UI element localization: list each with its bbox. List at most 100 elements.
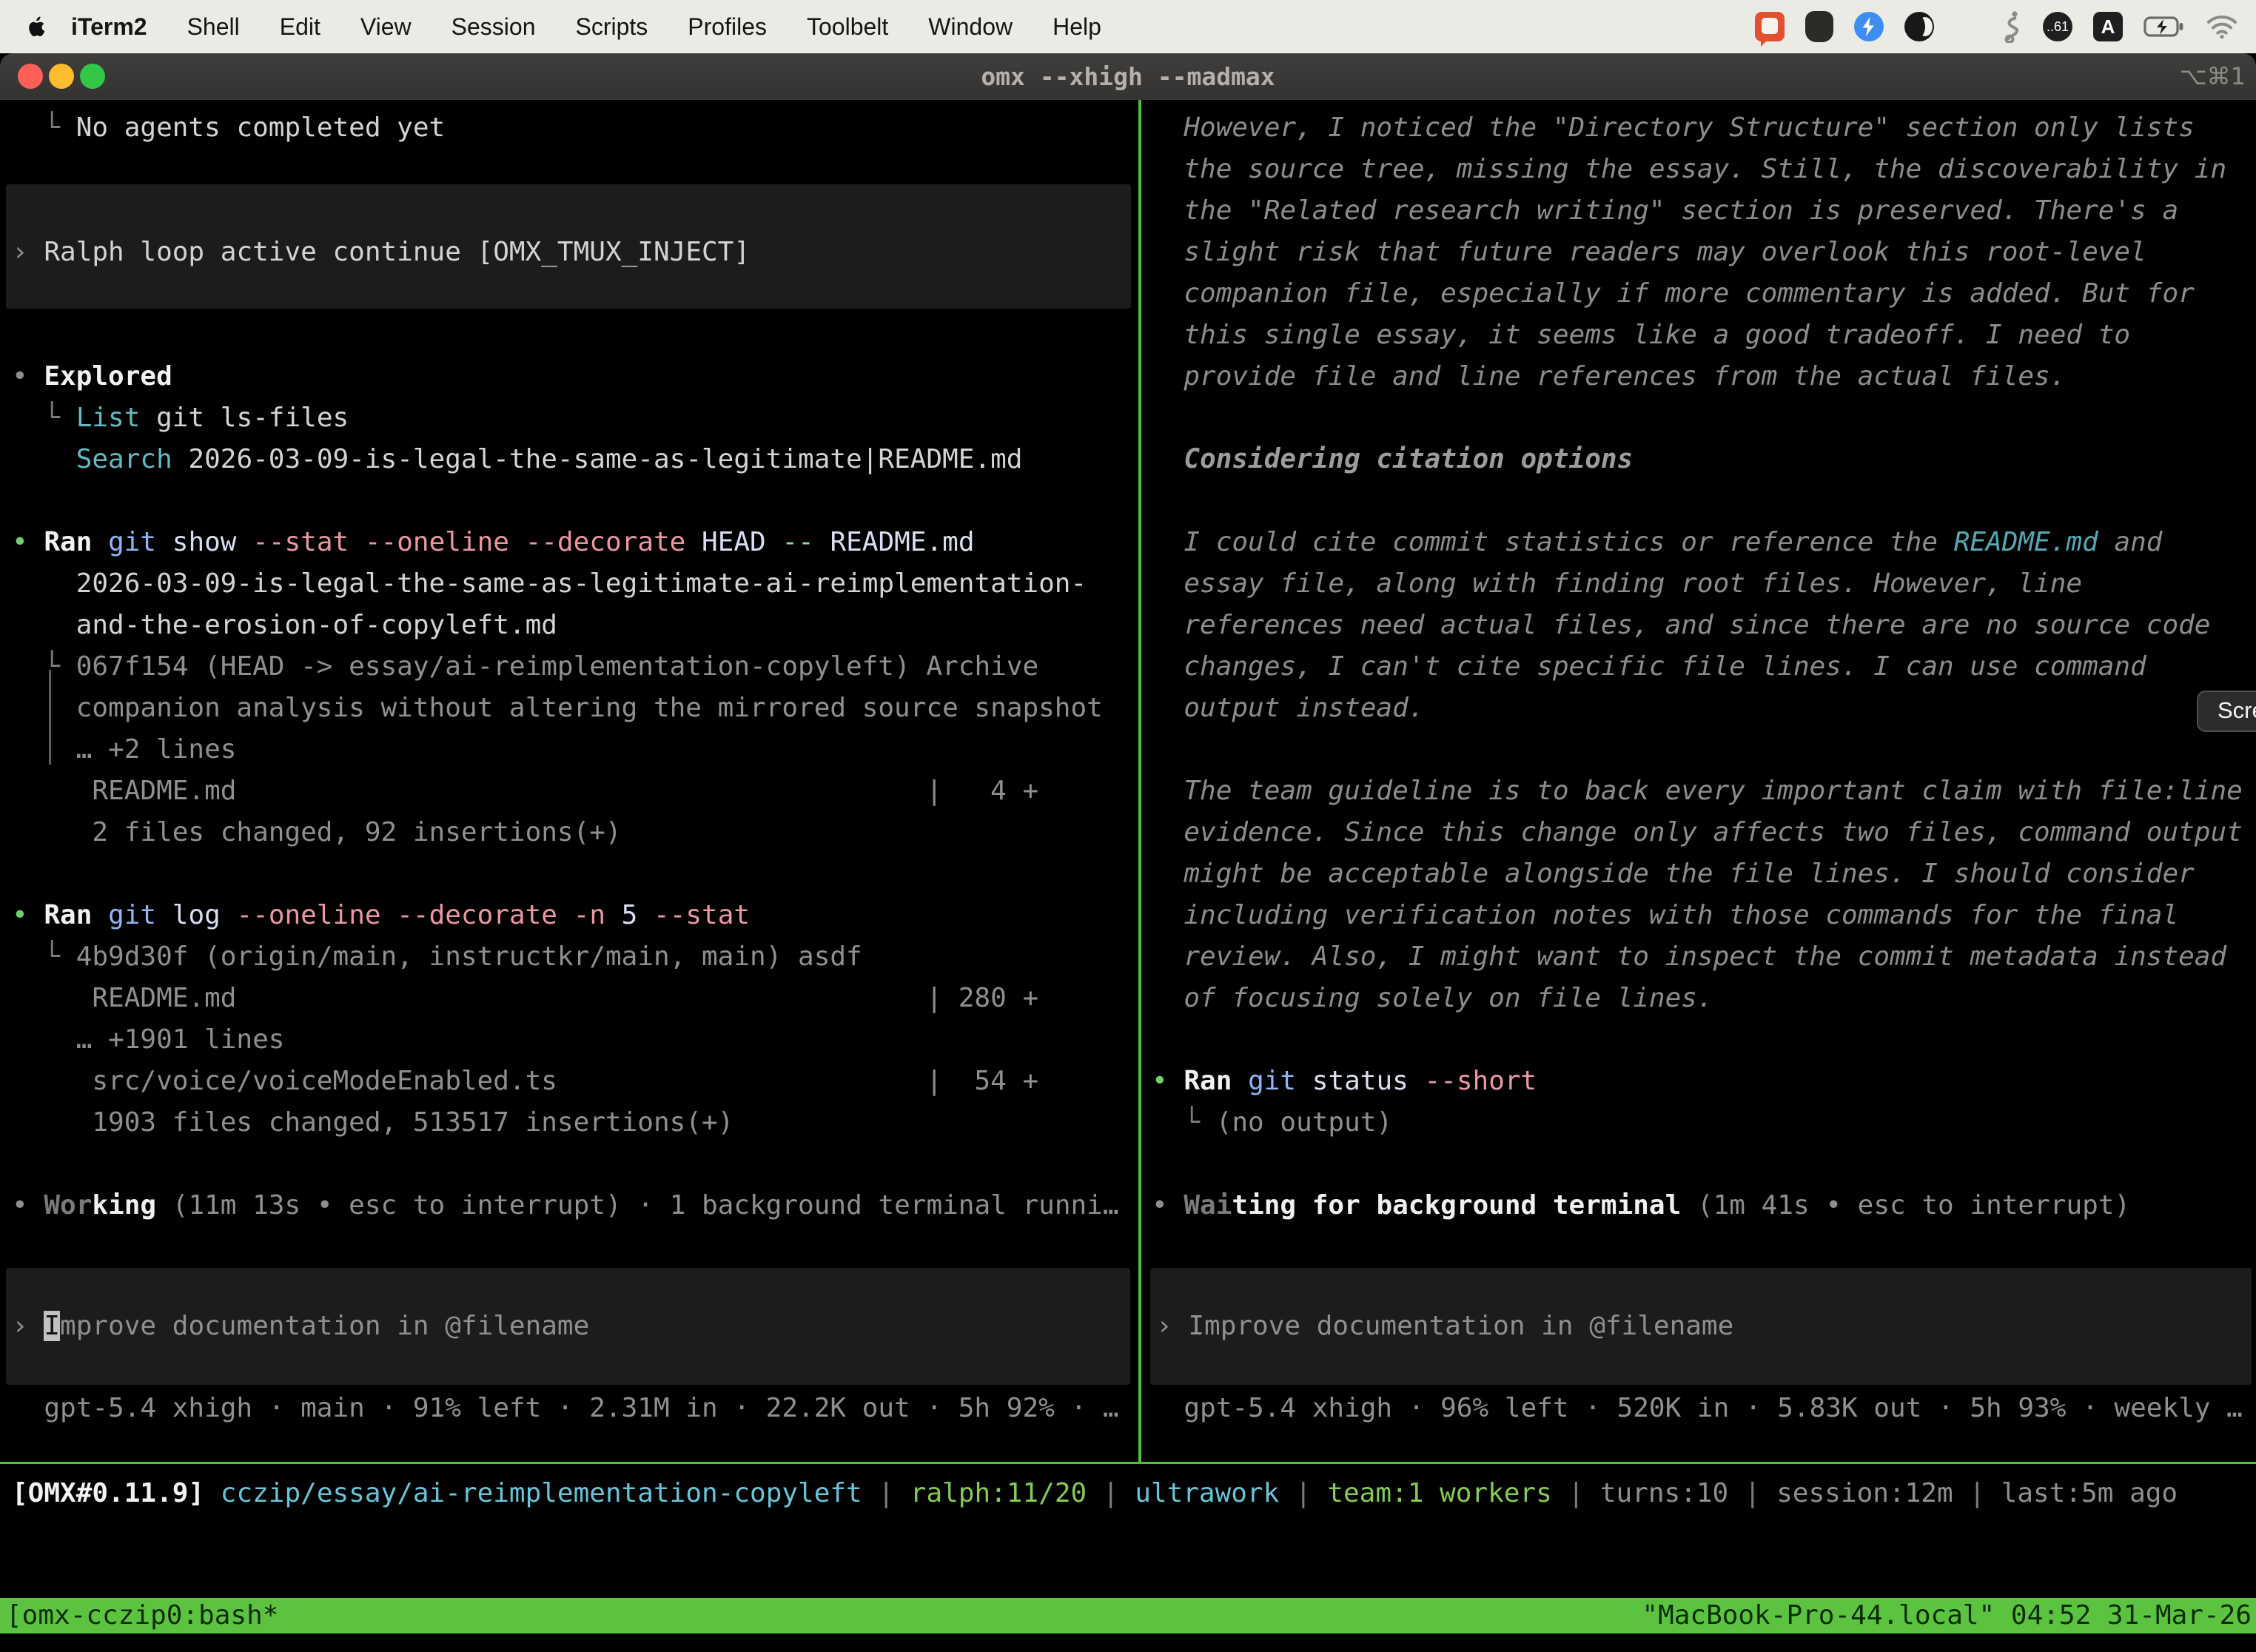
terminal-text-segment: › — [12, 1311, 44, 1341]
terminal-line: the "Related research writing" section i… — [1144, 190, 2256, 232]
terminal-line: └ List git ls-files — [0, 397, 1138, 439]
terminal-text-segment: git — [108, 900, 156, 930]
terminal-line: README.md| 280 + — [0, 978, 1138, 1019]
battery-charging-icon[interactable] — [2143, 16, 2185, 38]
terminal-text-segment: and — [2098, 527, 2163, 557]
terminal-text-segment: essay file, along with finding root file… — [1152, 568, 2082, 599]
terminal-text-segment: Wai — [1184, 1190, 1232, 1220]
terminal-line: • Explored — [0, 356, 1138, 397]
terminal-text-segment: git ls-files — [140, 403, 349, 433]
terminal-text-segment: | — [1552, 1478, 1600, 1508]
menu-item-window[interactable]: Window — [908, 13, 1033, 41]
terminal-text-segment: output instead. — [1152, 693, 1424, 723]
terminal-line: • Ran git status --short — [1144, 1061, 2256, 1102]
terminal-text-segment: status — [1296, 1066, 1409, 1096]
terminal-line — [0, 315, 1138, 356]
terminal-text-segment — [1232, 1066, 1248, 1096]
menu-item-profiles[interactable]: Profiles — [668, 13, 787, 41]
terminal-text-segment: README.md — [12, 776, 236, 806]
terminal-text-segment: Ran — [1184, 1066, 1232, 1096]
terminal-text-segment: README.md — [814, 527, 975, 557]
terminal-text-segment: Considering citation options — [1152, 444, 1633, 474]
terminal-line — [1144, 1144, 2256, 1185]
terminal-line: output instead. — [1144, 688, 2256, 729]
window-title: omx --xhigh --madmax — [0, 53, 2256, 100]
crescent-circle-icon[interactable] — [1904, 12, 1934, 41]
terminal-text-segment: • — [12, 527, 44, 557]
terminal-text-segment: Ran — [44, 900, 92, 930]
dots-grid-icon[interactable] — [1955, 13, 1982, 41]
chat-app-icon[interactable] — [1755, 12, 1785, 41]
window-title-bar[interactable]: omx --xhigh --madmax ⌥⌘1 — [0, 53, 2256, 101]
terminal-text-segment: | 280 + — [926, 978, 1038, 1019]
terminal-text-segment: └ — [12, 941, 76, 972]
terminal-line: the source tree, missing the essay. Stil… — [1144, 149, 2256, 190]
wifi-icon[interactable] — [2206, 14, 2238, 39]
terminal-line: The team guideline is to back every impo… — [1144, 770, 2256, 812]
terminal-text-segment — [92, 527, 108, 557]
terminal-text-segment: 2 files changed, 92 insertions(+) — [12, 817, 622, 847]
terminal-text-segment: • — [1152, 1066, 1184, 1096]
terminal-text-segment: src/voice/voiceModeEnabled.ts — [12, 1066, 557, 1096]
terminal-text-segment: show — [156, 527, 236, 557]
tmux-host-clock: "MacBook-Pro-44.local" 04:52 31-Mar-26 — [1642, 1598, 2252, 1633]
terminal-text-segment: | — [1953, 1478, 2001, 1508]
terminal-text-segment: Explored — [44, 361, 172, 392]
terminal-line: might be acceptable alongside the file l… — [1144, 853, 2256, 895]
terminal-text-segment: log — [156, 900, 221, 930]
terminal-line: … +1901 lines — [0, 1019, 1138, 1061]
terminal-text-segment: of focusing solely on file lines. — [1152, 983, 1713, 1013]
menu-status-icons: ..61 A — [1755, 10, 2238, 43]
terminal-text-segment: references need actual files, and since … — [1152, 610, 2210, 640]
terminal-text-segment: Wor — [44, 1190, 92, 1220]
terminal-line: └ 067f154 (HEAD -> essay/ai-reimplementa… — [0, 646, 1138, 688]
right-session-status: gpt-5.4 xhigh · 96% left · 520K in · 5.8… — [1144, 1388, 2243, 1429]
terminal-line: README.md| 4 + — [0, 770, 1138, 812]
terminal-line: references need actual files, and since … — [1144, 605, 2256, 646]
terminal-text-segment: HEAD — [685, 527, 765, 557]
terminal-text-segment: README.md — [1954, 527, 2098, 557]
terminal-line: companion analysis without altering the … — [0, 688, 1138, 729]
terminal-text-segment: might be acceptable alongside the file l… — [1152, 859, 2195, 889]
badge-61[interactable]: ..61 — [2043, 12, 2072, 41]
terminal-line: of focusing solely on file lines. — [1144, 978, 2256, 1019]
terminal-text-segment: last:5m ago — [2001, 1478, 2178, 1508]
terminal-text-segment: • — [12, 361, 44, 392]
terminal-text-segment: • — [12, 1190, 44, 1220]
shield-grid-icon[interactable] — [1805, 11, 1833, 42]
right-terminal-pane[interactable]: However, I noticed the "Directory Struct… — [1144, 100, 2256, 1465]
right-prompt-input[interactable]: › Improve documentation in @filename — [1150, 1268, 2252, 1385]
terminal-text-segment: provide file and line references from th… — [1152, 361, 2066, 392]
terminal-text-segment: --oneline --decorate — [221, 900, 557, 930]
squiggle-icon[interactable] — [2003, 10, 2022, 43]
terminal-line: └ (no output) — [1144, 1102, 2256, 1144]
tmux-horizontal-border — [0, 1462, 2256, 1464]
terminal-text-segment: └ — [12, 403, 76, 433]
terminal-line: However, I noticed the "Directory Struct… — [1144, 107, 2256, 149]
terminal-line: 2026-03-09-is-legal-the-same-as-legitima… — [0, 563, 1138, 605]
menu-item-scripts[interactable]: Scripts — [555, 13, 668, 41]
menu-item-session[interactable]: Session — [432, 13, 556, 41]
terminal-text-segment: └ — [12, 113, 76, 143]
left-terminal-pane[interactable]: └ No agents completed yet› Ralph loop ac… — [0, 100, 1138, 1465]
terminal-text-segment: … +1901 lines — [12, 1024, 284, 1055]
left-prompt-input[interactable]: › Improve documentation in @filename — [6, 1268, 1130, 1385]
apple-menu-icon[interactable] — [27, 13, 49, 40]
blue-bolt-icon[interactable] — [1854, 12, 1884, 41]
menu-item-help[interactable]: Help — [1033, 13, 1121, 41]
terminal-text-segment: session:12m — [1776, 1478, 1953, 1508]
menu-item-shell[interactable]: Shell — [167, 13, 260, 41]
menu-item-edit[interactable]: Edit — [260, 13, 340, 41]
menu-item-toolbelt[interactable]: Toolbelt — [787, 13, 908, 41]
terminal-text-segment: › — [12, 237, 44, 267]
terminal-line: I could cite commit statistics or refere… — [1144, 522, 2256, 563]
omx-status-line: [OMX#0.11.9] cczip/essay/ai-reimplementa… — [12, 1473, 2178, 1514]
terminal-text-segment: › Improve documentation in @filename — [1156, 1311, 1733, 1341]
menu-item-view[interactable]: View — [340, 13, 432, 41]
terminal-text-segment — [92, 900, 108, 930]
tmux-pane-divider[interactable] — [1138, 100, 1141, 1464]
menu-item-iterm2[interactable]: iTerm2 — [49, 13, 167, 41]
terminal-text-segment: review. Also, I might want to inspect th… — [1152, 941, 2226, 972]
keyboard-layout-badge[interactable]: A — [2093, 12, 2123, 41]
terminal-line — [0, 190, 1138, 232]
